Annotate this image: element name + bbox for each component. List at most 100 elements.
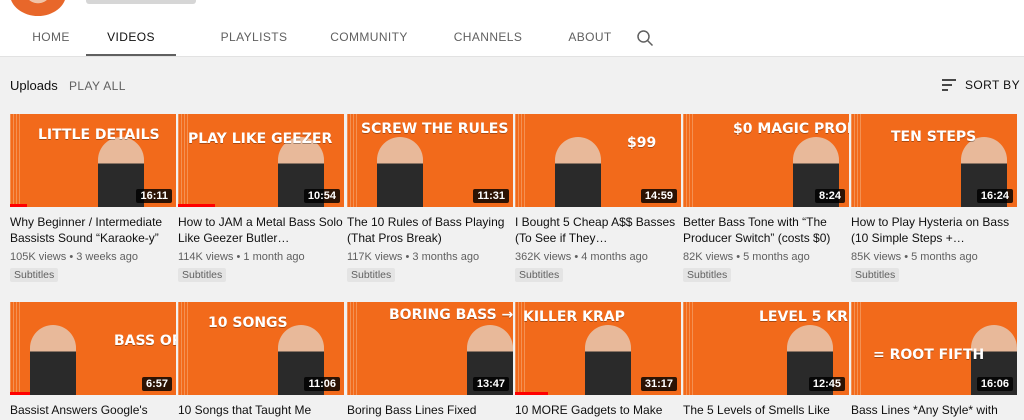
- view-count: 105K views: [10, 251, 67, 263]
- subtitles-badge: Subtitles: [10, 268, 59, 282]
- video-thumbnail[interactable]: BASS OR GUITAR? 6:57: [10, 302, 176, 395]
- thumbnail-text: BASS OR GUITAR?: [114, 333, 176, 349]
- video-title[interactable]: Why Beginner / Intermediate Bassists Sou…: [10, 214, 176, 246]
- thumbnail-text: = ROOT FIFTH: [873, 347, 985, 363]
- thumbnail-person: [585, 325, 631, 395]
- thumbnail-text: KILLER KRAP: [523, 309, 625, 325]
- thumbnail-stripe: [178, 302, 190, 395]
- video-card[interactable]: BORING BASS → TO AWESOME BASS 13:47 Bori…: [347, 302, 513, 420]
- thumbnail-stripe: [515, 114, 527, 207]
- video-title[interactable]: 10 MORE Gadgets to Make: [515, 402, 681, 420]
- video-thumbnail[interactable]: BORING BASS → TO AWESOME BASS 13:47: [347, 302, 513, 395]
- video-card[interactable]: PLAY LIKE GEEZER 10:54 How to JAM a Meta…: [178, 114, 344, 283]
- view-count: 117K views: [347, 251, 403, 263]
- video-duration: 10:54: [303, 189, 340, 203]
- video-card[interactable]: $0 MAGIC PRODUCER SWITCH 8:24 Better Bas…: [683, 114, 849, 283]
- view-count: 114K views: [178, 251, 234, 263]
- thumbnail-text: TEN STEPS: [891, 129, 977, 145]
- watch-progress-bar: [178, 204, 215, 207]
- video-card[interactable]: KILLER KRAP 31:17 10 MORE Gadgets to Mak…: [515, 302, 681, 420]
- video-card[interactable]: LEVEL 5 KRIST LEVEL 1 NOOB 12:45 The 5 L…: [683, 302, 849, 420]
- sort-by-button[interactable]: SORT BY: [941, 76, 1020, 94]
- video-duration: 11:06: [304, 377, 340, 391]
- subtitles-badge: Subtitles: [178, 268, 227, 282]
- video-meta: 105K views • 3 weeks ago: [10, 251, 138, 263]
- subtitles-badge: Subtitles: [347, 268, 396, 282]
- video-duration: 31:17: [640, 377, 677, 391]
- search-icon[interactable]: [636, 29, 654, 47]
- video-card[interactable]: $99 14:59 I Bought 5 Cheap A$$ Basses (T…: [515, 114, 681, 283]
- thumbnail-stripe: [851, 114, 863, 207]
- thumbnail-text: LITTLE DETAILS: [38, 127, 160, 143]
- thumbnail-text: $0 MAGIC PRODUCER SWITCH: [733, 121, 849, 137]
- video-duration: 16:06: [976, 377, 1013, 391]
- video-title[interactable]: I Bought 5 Cheap A$$ Basses (To See if T…: [515, 214, 681, 246]
- subtitles-badge: Subtitles: [851, 268, 900, 282]
- subtitles-badge: Subtitles: [683, 268, 732, 282]
- thumbnail-text: 10 SONGS: [208, 315, 288, 331]
- video-thumbnail[interactable]: $0 MAGIC PRODUCER SWITCH 8:24: [683, 114, 849, 207]
- tab-about[interactable]: ABOUT: [554, 22, 626, 57]
- video-meta: 114K views • 1 month ago: [178, 251, 305, 263]
- tab-community[interactable]: COMMUNITY: [316, 22, 422, 57]
- view-count: 82K views: [683, 251, 734, 263]
- video-duration: 14:59: [640, 189, 677, 203]
- tab-videos[interactable]: VIDEOS: [86, 22, 176, 57]
- video-card[interactable]: BASS OR GUITAR? 6:57 Bassist Answers Goo…: [10, 302, 176, 420]
- channel-header: HOME VIDEOS PLAYLISTS COMMUNITY CHANNELS…: [0, 0, 1024, 57]
- video-title[interactable]: Better Bass Tone with “The Producer Swit…: [683, 214, 849, 246]
- video-card[interactable]: SCREW THE RULES 11:31 The 10 Rules of Ba…: [347, 114, 513, 283]
- thumbnail-text: BORING BASS → TO AWESOME BASS: [389, 307, 513, 323]
- tab-playlists[interactable]: PLAYLISTS: [192, 22, 316, 57]
- video-thumbnail[interactable]: $99 14:59: [515, 114, 681, 207]
- thumbnail-person: [30, 325, 76, 395]
- thumbnail-person: [555, 137, 601, 207]
- video-thumbnail[interactable]: LITTLE DETAILS 16:11: [10, 114, 176, 207]
- video-thumbnail[interactable]: = ROOT FIFTH 16:06: [851, 302, 1017, 395]
- thumbnail-text: PLAY LIKE GEEZER: [188, 131, 333, 147]
- thumbnail-stripe: [178, 114, 190, 207]
- video-duration: 16:11: [136, 189, 172, 203]
- video-title[interactable]: Bass Lines *Any Style* with: [851, 402, 1017, 420]
- thumbnail-stripe: [347, 114, 359, 207]
- video-duration: 16:24: [976, 189, 1013, 203]
- video-thumbnail[interactable]: TEN STEPS 16:24: [851, 114, 1017, 207]
- watch-progress-bar: [515, 392, 549, 395]
- thumbnail-text: LEVEL 5 KRIST LEVEL 1 NOOB: [759, 309, 849, 325]
- video-title[interactable]: The 5 Levels of Smells Like: [683, 402, 849, 420]
- channel-tabs: HOME VIDEOS PLAYLISTS COMMUNITY CHANNELS…: [0, 22, 626, 57]
- upload-age: 5 months ago: [911, 251, 978, 263]
- view-count: 362K views: [515, 251, 572, 263]
- video-thumbnail[interactable]: KILLER KRAP 31:17: [515, 302, 681, 395]
- upload-age: 4 months ago: [581, 251, 648, 263]
- upload-age: 3 weeks ago: [76, 251, 138, 263]
- video-title[interactable]: Boring Bass Lines Fixed: [347, 402, 513, 420]
- video-thumbnail[interactable]: PLAY LIKE GEEZER 10:54: [178, 114, 344, 207]
- video-card[interactable]: TEN STEPS 16:24 How to Play Hysteria on …: [851, 114, 1017, 283]
- sort-by-label: SORT BY: [964, 78, 1020, 92]
- upload-age: 5 months ago: [743, 251, 810, 263]
- thumbnail-stripe: [683, 114, 695, 207]
- video-thumbnail[interactable]: SCREW THE RULES 11:31: [347, 114, 513, 207]
- video-thumbnail[interactable]: 10 SONGS 11:06: [178, 302, 344, 395]
- video-title[interactable]: The 10 Rules of Bass Playing (That Pros …: [347, 214, 513, 246]
- video-card[interactable]: 10 SONGS 11:06 10 Songs that Taught Me: [178, 302, 344, 420]
- video-thumbnail[interactable]: LEVEL 5 KRIST LEVEL 1 NOOB 12:45: [683, 302, 849, 395]
- video-title[interactable]: Bassist Answers Google's: [10, 402, 176, 420]
- video-card[interactable]: = ROOT FIFTH 16:06 Bass Lines *Any Style…: [851, 302, 1017, 420]
- channel-avatar[interactable]: [10, 0, 66, 16]
- video-meta: 117K views • 3 months ago: [347, 251, 480, 263]
- video-duration: 11:31: [473, 189, 509, 203]
- upload-age: 1 month ago: [243, 251, 305, 263]
- video-card[interactable]: LITTLE DETAILS 16:11 Why Beginner / Inte…: [10, 114, 176, 283]
- video-meta: 362K views • 4 months ago: [515, 251, 648, 263]
- video-title[interactable]: 10 Songs that Taught Me: [178, 402, 344, 420]
- thumbnail-text: SCREW THE RULES: [361, 121, 509, 137]
- play-all-button[interactable]: PLAY ALL: [69, 79, 126, 93]
- watch-progress-bar: [10, 204, 27, 207]
- video-title[interactable]: How to JAM a Metal Bass Solo Like Geezer…: [178, 214, 344, 246]
- video-title[interactable]: How to Play Hysteria on Bass (10 Simple …: [851, 214, 1017, 246]
- tab-channels[interactable]: CHANNELS: [422, 22, 554, 57]
- channel-name-cropped: [86, 0, 196, 4]
- thumbnail-stripe: [851, 302, 863, 395]
